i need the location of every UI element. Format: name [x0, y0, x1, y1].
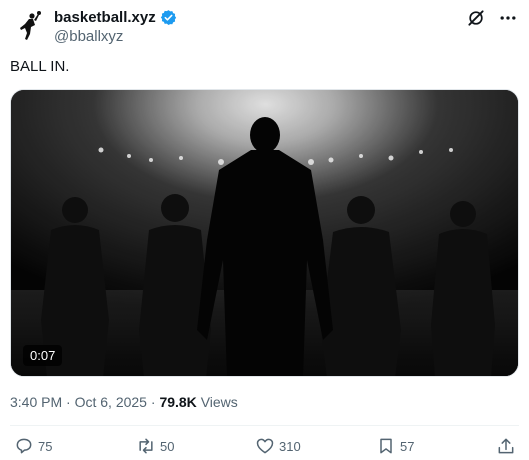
- header-actions: [465, 8, 519, 28]
- post-text: BALL IN.: [10, 58, 70, 75]
- bookmark-button[interactable]: 57: [376, 436, 414, 456]
- avatar[interactable]: [10, 8, 46, 44]
- post-date[interactable]: Oct 6, 2025: [75, 394, 147, 410]
- post-header: basketball.xyz @bballxyz: [10, 6, 519, 46]
- author-names: basketball.xyz @bballxyz: [54, 8, 177, 45]
- grok-icon[interactable]: [465, 8, 487, 28]
- post-time[interactable]: 3:40 PM: [10, 394, 62, 410]
- views-label: Views: [200, 394, 238, 410]
- views-count: 79.8K: [159, 394, 197, 410]
- meta-separator: ·: [66, 394, 71, 410]
- repost-button[interactable]: 50: [136, 436, 174, 456]
- share-icon: [498, 438, 514, 454]
- display-name-row[interactable]: basketball.xyz: [54, 8, 177, 26]
- divider: [10, 425, 519, 426]
- video-thumbnail: [11, 90, 518, 376]
- reply-button[interactable]: 75: [14, 436, 52, 456]
- repost-count: 50: [160, 438, 175, 454]
- bookmark-count: 57: [400, 438, 415, 454]
- like-icon: [256, 438, 274, 454]
- reply-count: 75: [38, 438, 53, 454]
- repost-icon: [139, 438, 153, 454]
- display-name[interactable]: basketball.xyz: [54, 9, 156, 26]
- reply-icon: [16, 438, 32, 454]
- bookmark-icon: [380, 438, 392, 454]
- video-player[interactable]: 0:07: [10, 89, 519, 377]
- share-button[interactable]: [496, 436, 516, 456]
- like-count: 310: [279, 438, 301, 454]
- more-icon[interactable]: [497, 8, 519, 28]
- verified-badge-icon[interactable]: [160, 9, 177, 26]
- post-meta: 3:40 PM · Oct 6, 2025 · 79.8K Views: [10, 394, 238, 410]
- handle[interactable]: @bballxyz: [54, 28, 177, 45]
- avatar-logo-icon: [10, 8, 46, 44]
- video-duration: 0:07: [23, 345, 63, 366]
- meta-separator: ·: [150, 394, 156, 410]
- like-button[interactable]: 310: [255, 436, 301, 456]
- action-bar: 75 50 310 57: [14, 436, 517, 458]
